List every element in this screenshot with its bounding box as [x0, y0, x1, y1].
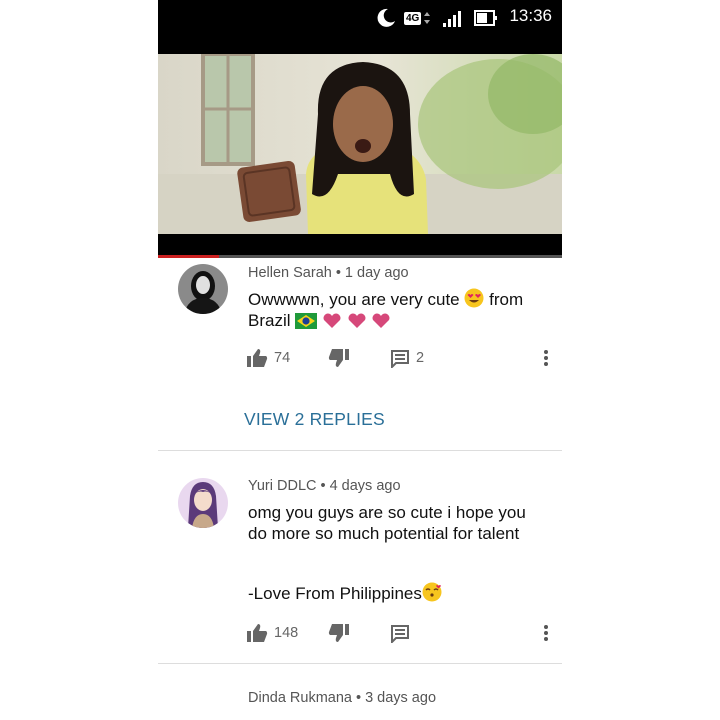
- heart-eyes-emoji-icon: [464, 288, 484, 308]
- like-count: 148: [274, 625, 299, 641]
- comment-meta: Yuri DDLC • 4 days ago: [248, 478, 401, 494]
- battery-icon: [474, 0, 498, 36]
- reply-button[interactable]: [390, 621, 410, 645]
- moon-icon: [374, 0, 398, 36]
- view-replies-link[interactable]: VIEW 2 REPLIES: [244, 409, 385, 430]
- comment-text: omg you guys are so cute i hope you do m…: [248, 502, 548, 604]
- status-time: 13:36: [509, 6, 552, 25]
- brazil-flag-icon: [295, 313, 318, 329]
- video-progress-bar[interactable]: [158, 255, 562, 258]
- comment-actions: 74 2: [246, 346, 556, 370]
- comment-actions: 148: [246, 621, 556, 645]
- comment-author[interactable]: Hellen Sarah: [248, 265, 332, 281]
- like-count: 74: [274, 350, 291, 366]
- pink-heart-icon: [323, 313, 341, 328]
- reply-button[interactable]: 2: [390, 346, 424, 370]
- pink-heart-icon: [348, 313, 366, 328]
- network-type: 4G: [404, 11, 422, 25]
- divider: [158, 450, 562, 451]
- comment-text-part: Owwwwn, you are very cute: [248, 290, 460, 309]
- dislike-button[interactable]: [328, 621, 350, 645]
- more-vertical-icon: [544, 625, 548, 641]
- comment-text-part: -Love From Philippines: [248, 584, 422, 603]
- network-4g-icon: 4G: [404, 0, 431, 36]
- divider: [158, 663, 562, 664]
- like-button[interactable]: 148: [246, 621, 298, 645]
- signal-icon: [442, 0, 468, 36]
- status-bar: 4G 13:36: [158, 0, 562, 36]
- comment-age: 4 days ago: [329, 478, 401, 494]
- reply-count: 2: [416, 350, 425, 366]
- more-options-button[interactable]: [536, 346, 556, 370]
- video-thumbnail: [158, 54, 562, 234]
- separator-dot: •: [320, 478, 326, 494]
- avatar[interactable]: [178, 264, 228, 314]
- comment-age: 1 day ago: [344, 265, 409, 281]
- comment-text-part: Brazil: [248, 311, 291, 330]
- more-options-button[interactable]: [536, 621, 556, 645]
- comment-icon: [391, 625, 409, 643]
- dislike-button[interactable]: [328, 346, 350, 370]
- more-vertical-icon: [544, 350, 548, 366]
- comment-author[interactable]: Dinda Rukmana: [248, 690, 352, 706]
- comment-age: 3 days ago: [365, 690, 437, 706]
- comment-text-line: -Love From Philippines: [248, 582, 548, 604]
- video-player[interactable]: [158, 36, 562, 258]
- thumbs-up-icon: [247, 349, 268, 367]
- comment-author[interactable]: Yuri DDLC: [248, 478, 317, 494]
- comment-text-part: from: [489, 290, 524, 309]
- comment-meta: Dinda Rukmana • 3 days ago: [248, 690, 436, 706]
- thumbs-down-icon: [328, 349, 349, 367]
- comment-text-line: do more so much potential for talent: [248, 524, 520, 543]
- comment-meta: Hellen Sarah • 1 day ago: [248, 265, 409, 281]
- separator-dot: •: [335, 265, 341, 281]
- app-screen: 4G 13:36 Hellen Sarah • 1 day ago Owwwwn…: [158, 0, 562, 720]
- avatar[interactable]: [178, 478, 228, 528]
- comment-icon: [391, 350, 409, 368]
- like-button[interactable]: 74: [246, 346, 290, 370]
- thumbs-up-icon: [247, 624, 268, 642]
- video-progress-fill: [158, 255, 219, 258]
- kissing-emoji-icon: [422, 582, 442, 602]
- thumbs-down-icon: [328, 624, 349, 642]
- comment-text: Owwwwn, you are very cute from Brazil: [248, 288, 548, 331]
- separator-dot: •: [355, 690, 362, 706]
- comment-text-line: omg you guys are so cute i hope you: [248, 503, 526, 522]
- pink-heart-icon: [372, 313, 390, 328]
